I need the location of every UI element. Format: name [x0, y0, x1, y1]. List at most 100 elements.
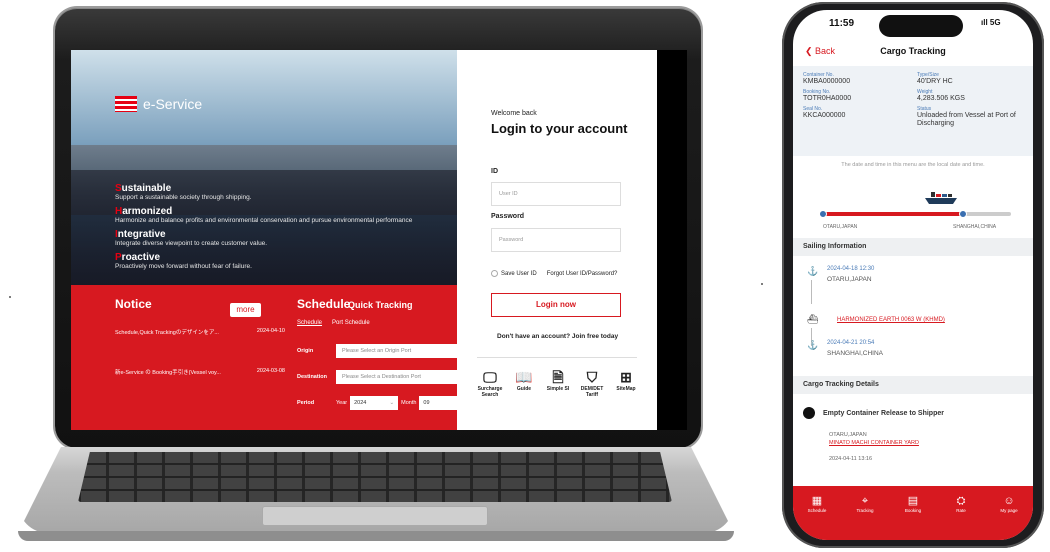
notice-text: Schedule,Quick Trackingのデザインをア...	[115, 330, 219, 336]
detail-step: Empty Container Release to Shipper	[803, 407, 944, 419]
calendar-icon: ▦	[811, 495, 823, 507]
quick-links: 🖵 Surcharge Search 📖 Guide 🗎 Simple SI ⛉ DEM…	[475, 368, 641, 398]
location-icon: ⌖	[861, 495, 869, 507]
chevron-left-icon: ❮	[805, 46, 816, 56]
tab-booking[interactable]: ▤ Booking	[894, 494, 932, 540]
id-label: ID	[491, 168, 498, 175]
vessel-icon: ⛴	[807, 314, 819, 324]
stop-place: SHANGHAI,CHINA	[827, 350, 883, 357]
value-item: Sustainable Support a sustainable societ…	[115, 183, 412, 202]
tab-quick-tracking[interactable]: Quick Tracking	[348, 300, 413, 310]
info-item: Type/Size 40'DRY HC	[917, 72, 1023, 86]
status-bar: 11:59 ıll 5G	[793, 10, 1033, 40]
sailing-stop: ⚓ 2024-04-18 12:30 OTARU,JAPAN	[807, 266, 874, 283]
vessel-link[interactable]: HARMONIZED EARTH 0063 W (KHMD)	[837, 317, 945, 323]
back-label: Back	[815, 46, 836, 56]
tab-schedule[interactable]: Schedule	[297, 320, 322, 326]
info-value: KKCA000000	[803, 112, 846, 119]
value-desc: Support a sustainable society through sh…	[115, 194, 252, 201]
tab-rate[interactable]: ⛭ Rate	[942, 494, 980, 540]
detail-time: 2024-04-11 13:16	[829, 456, 873, 462]
quick-link-surcharge[interactable]: 🖵 Surcharge Search	[475, 368, 505, 398]
month-label: Month	[401, 400, 417, 406]
value-title: roactive	[121, 252, 161, 263]
notice-more-button[interactable]: more	[230, 303, 261, 317]
detail-place: OTARU,JAPAN	[829, 432, 867, 438]
quick-link-simple-si[interactable]: 🗎 Simple SI	[543, 368, 573, 398]
site-logo-text: e-Service	[143, 96, 203, 112]
anchor-icon: ⚓	[807, 340, 819, 350]
info-value: 4,283.506 KGS	[917, 95, 965, 102]
origin-select[interactable]: Please Select an Origin Port	[336, 344, 457, 358]
info-value: 40'DRY HC	[917, 78, 953, 85]
notice-item[interactable]: 新e-Service の Booking手引き(Vessel voy... 20…	[115, 368, 285, 376]
site-logo[interactable]: e-Service	[115, 96, 202, 112]
login-button[interactable]: Login now	[491, 293, 621, 317]
rate-icon: ⛭	[956, 495, 966, 507]
quick-link-sitemap[interactable]: ⊞ SiteMap	[611, 368, 641, 398]
year-label: Year	[336, 400, 348, 406]
tab-label: Booking	[904, 508, 922, 513]
login-options: Save User ID Forgot User ID/Password?	[491, 270, 617, 277]
detail-step-title: Empty Container Release to Shipper	[823, 409, 944, 417]
value-desc: Integrate diverse viewpoint to create cu…	[115, 240, 268, 247]
notice-date: 2024-04-10	[256, 328, 285, 334]
info-value: KMBA0000000	[803, 78, 851, 85]
user-id-input[interactable]: User ID	[491, 182, 621, 206]
notice-item[interactable]: Schedule,Quick Trackingのデザインをア... 2024-0…	[115, 328, 285, 336]
laptop-screen: e-Service Sustainable Support a sustaina…	[71, 50, 687, 430]
back-button[interactable]: ❮ Back	[805, 46, 835, 57]
year-select[interactable]: 2024 ⌄	[350, 396, 399, 410]
value-initial: P	[115, 252, 122, 263]
quick-link-label: DEM/DET Tariff	[580, 386, 604, 398]
tab-port-schedule[interactable]: Port Schedule	[332, 320, 370, 326]
quick-link-tariff[interactable]: ⛉ DEM/DET Tariff	[577, 368, 607, 398]
tariff-icon: ⛉	[586, 369, 598, 385]
login-title: Login to your account	[491, 121, 628, 136]
origin-dot	[819, 210, 827, 218]
details-section-title: Cargo Tracking Details	[793, 376, 1033, 394]
destination-select[interactable]: Please Select a Destination Port	[336, 370, 457, 384]
quick-link-label: SiteMap	[616, 386, 636, 392]
detail-yard-link[interactable]: MINATO MACHI CONTAINER YARD	[829, 440, 919, 447]
schedule-tabs: Schedule Port Schedule	[297, 320, 370, 326]
info-item: Booking No. TOTR0HA0000	[803, 89, 909, 103]
quick-link-guide[interactable]: 📖 Guide	[509, 368, 539, 398]
info-item: Container No. KMBA0000000	[803, 72, 909, 86]
tab-tracking[interactable]: ⌖ Tracking	[846, 494, 884, 540]
sitemap-icon: ⊞	[620, 369, 632, 385]
month-value: 09	[423, 400, 430, 406]
container-info: Container No. KMBA0000000 Type/Size 40'DRY…	[793, 66, 1033, 156]
dynamic-island	[879, 15, 963, 37]
status-time: 11:59	[829, 18, 855, 29]
stop-date: 2024-04-18 12:30	[827, 266, 875, 272]
tab-schedule[interactable]: ▦ Schedule	[798, 494, 836, 540]
year-value: 2024	[354, 400, 367, 406]
local-time-note: The date and time in this menu are the l…	[841, 162, 985, 168]
book-icon: 📖	[515, 369, 533, 385]
tab-my-page[interactable]: ☺ My page	[990, 494, 1028, 540]
sailing-section-title: Sailing Information	[793, 238, 1033, 256]
ship-icon	[925, 192, 957, 204]
info-item: Seal No. KKCA000000	[803, 106, 909, 128]
password-input[interactable]: Password	[491, 228, 621, 252]
save-user-id-checkbox[interactable]: Save User ID	[491, 270, 537, 277]
value-item: Integrative Integrate diverse viewpoint …	[115, 229, 412, 248]
forgot-link[interactable]: Forgot User ID/Password?	[547, 271, 618, 277]
info-value: Unloaded from Vessel at Port of Discharg…	[917, 112, 1016, 127]
value-initial: S	[115, 183, 122, 194]
nav-bar: Cargo Tracking ❮ Back	[793, 42, 1033, 64]
notice-date: 2024-03-08	[256, 368, 285, 374]
quick-link-label: Surcharge Search	[477, 386, 503, 398]
decor-speck	[761, 283, 763, 285]
mockup-stage: e-Service Sustainable Support a sustaina…	[0, 0, 1050, 552]
signup-prefix: Don't have an account?	[497, 333, 571, 340]
tab-bar: ▦ Schedule ⌖ Tracking ▤ Booking ⛭ Rate ☺ My p…	[793, 486, 1033, 540]
route-to: SHANGHAI,CHINA	[953, 224, 997, 230]
value-title: ustainable	[121, 183, 172, 194]
booking-icon: ▤	[907, 495, 919, 507]
signup-link[interactable]: Join free today	[572, 333, 618, 340]
chevron-down-icon: ⌄	[389, 400, 395, 406]
notice-title: Notice	[115, 297, 152, 311]
route-progress-fill	[821, 212, 964, 216]
